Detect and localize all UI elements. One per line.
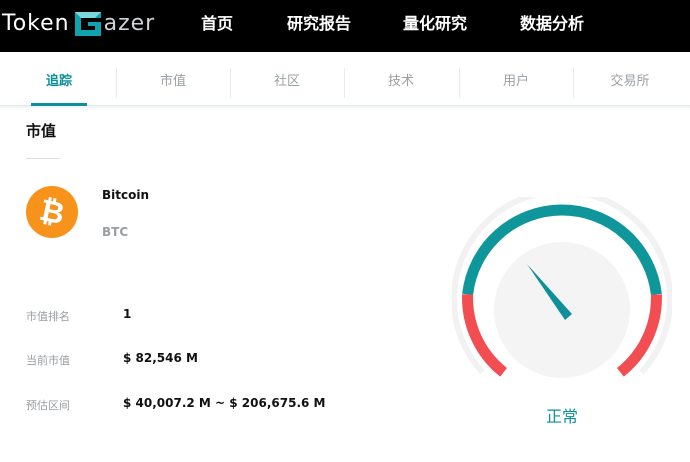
section-title: 市值 [26,122,57,140]
logo-g-icon [74,12,101,36]
tab-technology[interactable]: 技术 [344,52,458,106]
nav-home[interactable]: 首页 [201,10,233,34]
nav-research-reports[interactable]: 研究报告 [287,10,351,34]
bitcoin-icon: ₿ [26,186,78,238]
stat-label-market-cap: 当前市值 [26,354,70,367]
gauge-status-label: 正常 [545,407,578,426]
logo-text-azer: azer [103,11,156,36]
top-header: Token azer 首页 研究报告 量化研究 数据分析 [0,0,690,52]
stat-label-estimate-range: 预估区间 [26,399,70,412]
valuation-gauge [452,197,672,378]
nav-quant-research[interactable]: 量化研究 [403,10,467,34]
stat-value-rank: 1 [123,307,132,321]
coin-symbol: BTC [102,225,129,239]
tab-bar-shadow [0,106,690,110]
tab-exchanges[interactable]: 交易所 [573,52,687,106]
tab-tracking[interactable]: 追踪 [2,52,116,106]
stat-label-rank: 市值排名 [26,310,70,323]
nav-data-analysis[interactable]: 数据分析 [520,10,584,34]
tab-market-cap[interactable]: 市值 [116,52,230,106]
tab-bar: 追踪 市值 社区 技术 用户 交易所 [0,52,690,106]
stat-value-estimate-range: $ 40,007.2 M ~ $ 206,675.6 M [123,396,326,410]
stat-value-market-cap: $ 82,546 M [123,351,198,365]
tab-users[interactable]: 用户 [459,52,573,106]
title-underline [26,158,60,159]
coin-name: Bitcoin [102,188,150,202]
tab-community[interactable]: 社区 [230,52,344,106]
tokengazer-logo[interactable]: Token azer [2,6,155,42]
logo-text-token: Token [2,11,70,36]
